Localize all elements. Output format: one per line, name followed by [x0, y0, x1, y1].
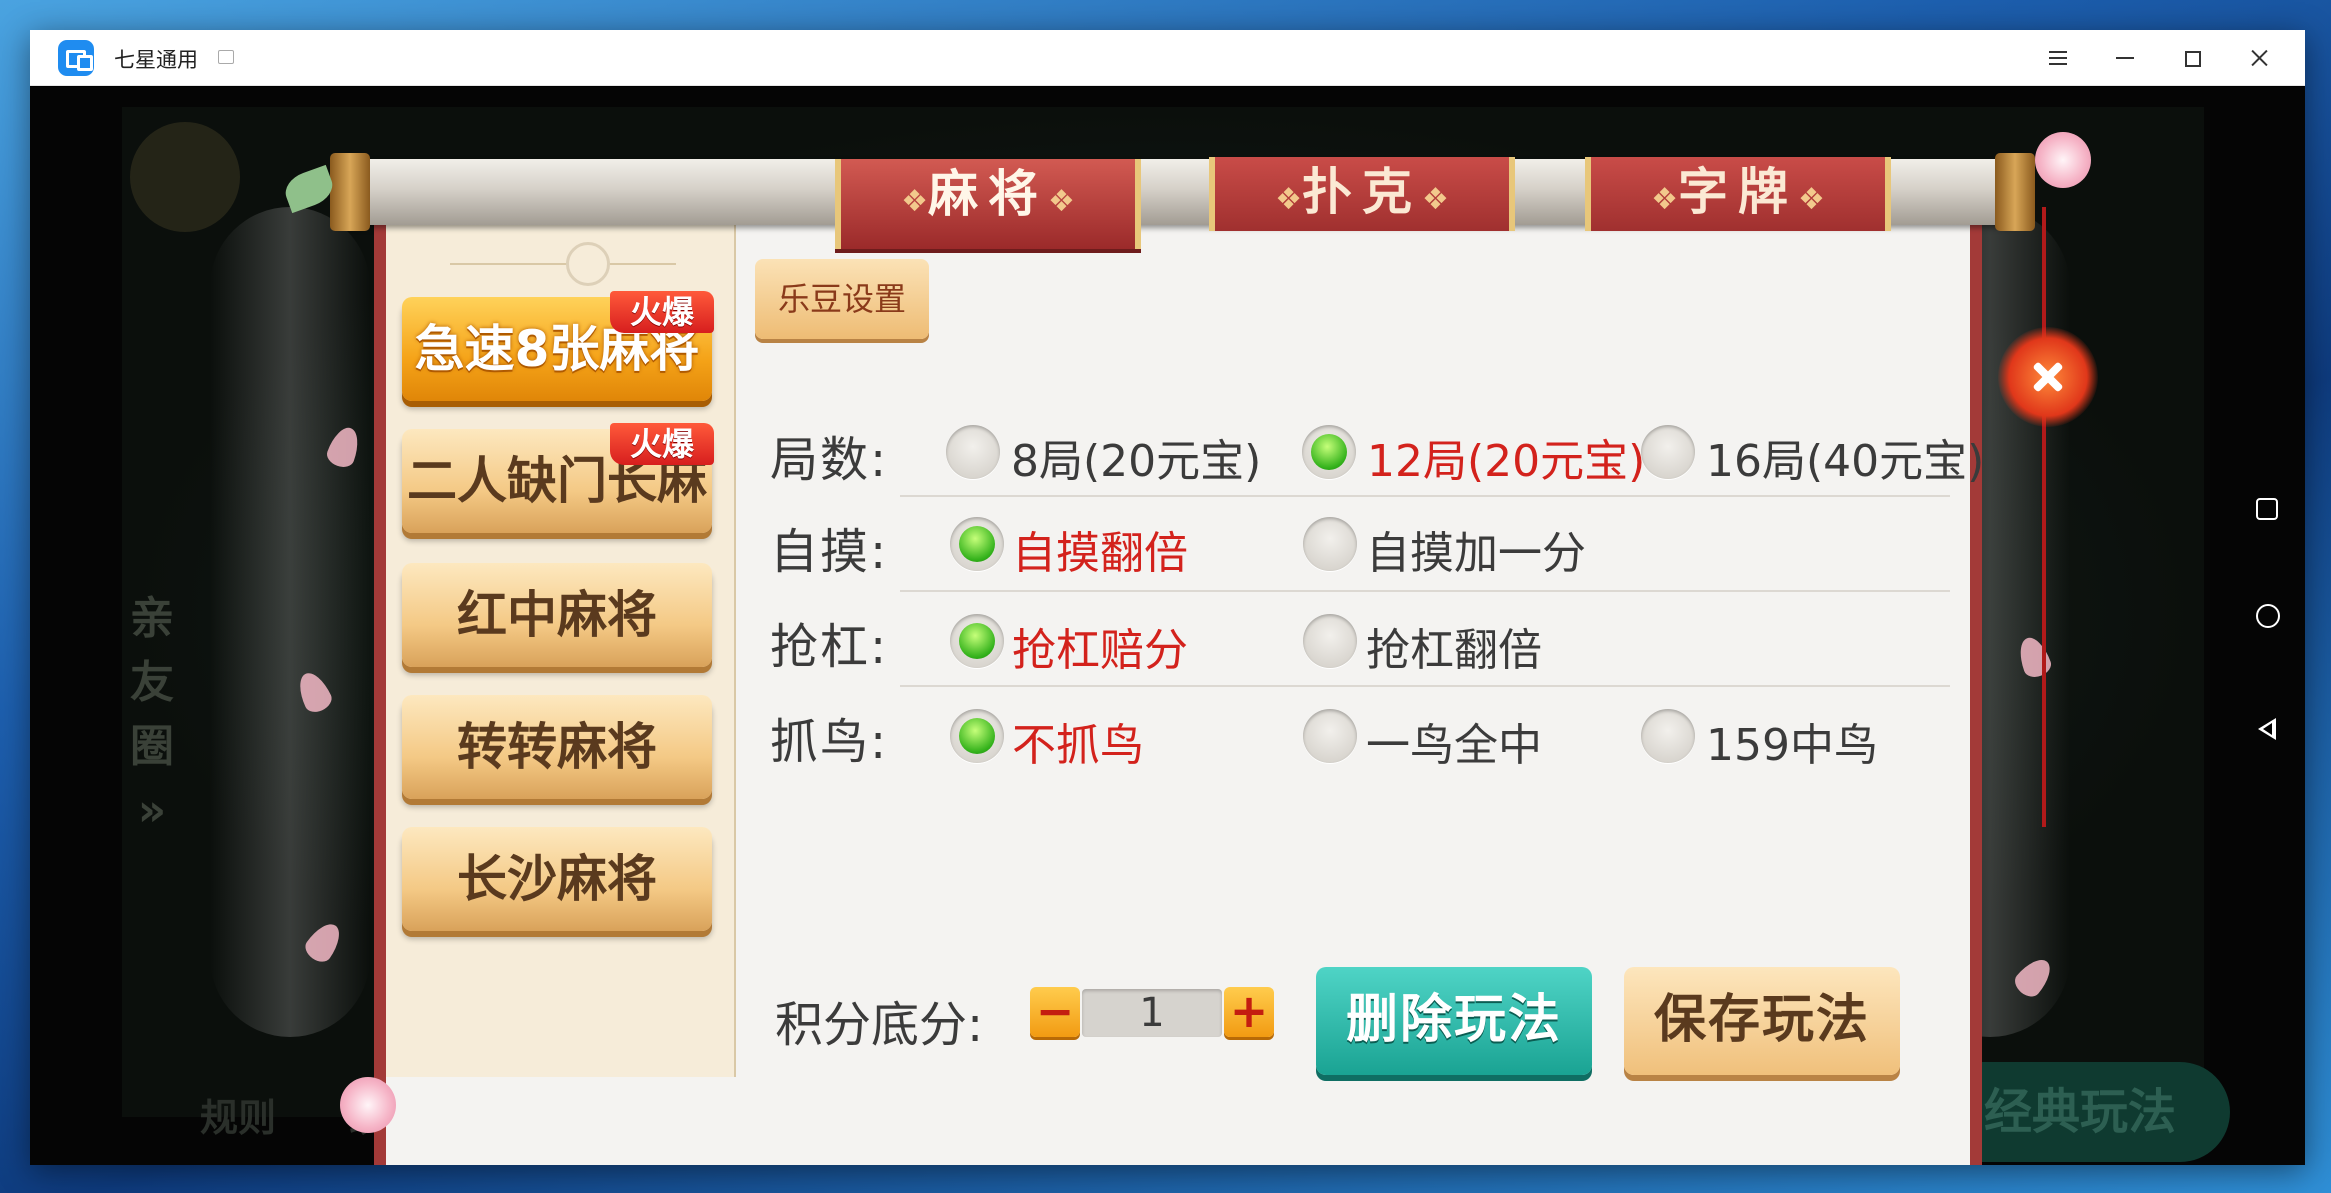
scroll-end-left [330, 153, 370, 231]
zhuaniao-radio-one[interactable] [1303, 709, 1357, 763]
zimo-radio-double[interactable] [950, 517, 1004, 571]
hot-badge: 火爆 [610, 291, 714, 333]
ornament-icon: ❖ [1048, 184, 1075, 219]
qianggang-option-pay[interactable]: 抢杠赔分 [1012, 614, 1188, 678]
rounds-radio-8[interactable] [946, 425, 1000, 479]
rounds-radio-12[interactable] [1302, 425, 1356, 479]
title-bar: 七星通用 [30, 30, 2305, 86]
rounds-label: 局数: [770, 432, 889, 488]
qianggang-option-double[interactable]: 抢杠翻倍 [1366, 614, 1542, 678]
menu-icon[interactable] [2037, 38, 2077, 78]
game-item-zhuanzhuan[interactable]: 转转麻将 [402, 695, 712, 799]
maximize-icon[interactable] [2172, 38, 2212, 78]
zhuaniao-label: 抓鸟: [770, 714, 889, 770]
zhuaniao-radio-none[interactable] [950, 709, 1004, 763]
ornament-icon: ❖ [1798, 182, 1825, 217]
hanging-cord [2042, 207, 2046, 827]
zhuaniao-option-one[interactable]: 一鸟全中 [1366, 709, 1542, 773]
game-viewport: 亲友圈» 规则 统计 皮肤 防沉迷 经典玩法 ❖麻将❖ ❖扑克❖ ❖字牌❖ 急速… [30, 87, 2305, 1165]
close-panel-button[interactable] [1998, 327, 2098, 427]
back-arrow-icon [130, 122, 240, 232]
base-score-plus-button[interactable]: + [1224, 987, 1274, 1037]
ornament-icon: ❖ [901, 184, 928, 219]
row-divider [900, 590, 1950, 592]
base-score-minus-button[interactable]: − [1030, 987, 1080, 1037]
game-item-erren[interactable]: 二人缺门长麻 火爆 [402, 423, 714, 533]
zhuaniao-option-159[interactable]: 159中鸟 [1706, 709, 1878, 773]
tab-poker[interactable]: ❖扑克❖ [1209, 157, 1515, 231]
qianggang-radio-pay[interactable] [950, 614, 1004, 668]
app-window: 七星通用 亲友圈» 规则 统计 皮肤 防沉迷 经典玩法 ❖麻将❖ ❖扑克❖ ❖字… [30, 30, 2305, 1165]
recent-apps-icon[interactable] [2256, 498, 2278, 520]
external-window-icon[interactable] [218, 50, 234, 64]
minimize-icon[interactable] [2104, 38, 2144, 78]
scroll-end-right [1995, 153, 2035, 231]
ledou-settings-button[interactable]: 乐豆设置 [755, 259, 929, 339]
ornament-icon: ❖ [1422, 182, 1449, 217]
back-icon[interactable] [2258, 718, 2276, 740]
tab-zipai[interactable]: ❖字牌❖ [1585, 157, 1891, 231]
rounds-option-8[interactable]: 8局(20元宝) [1011, 425, 1261, 489]
left-veil [210, 207, 370, 1037]
zimo-option-double[interactable]: 自摸翻倍 [1012, 517, 1188, 581]
knot-ornament-icon [566, 242, 610, 286]
base-score-value: 1 [1082, 989, 1222, 1037]
rounds-option-12[interactable]: 12局(20元宝) [1367, 425, 1645, 489]
zhuaniao-option-none[interactable]: 不抓鸟 [1012, 709, 1144, 773]
game-item-jisu8[interactable]: 急速8张麻将 火爆 [402, 291, 714, 401]
hot-badge: 火爆 [610, 423, 714, 465]
zimo-label: 自摸: [770, 524, 889, 580]
window-title: 七星通用 [114, 49, 198, 72]
zhuaniao-radio-159[interactable] [1641, 709, 1695, 763]
base-score-label: 积分底分: [775, 997, 984, 1053]
ornament-icon: ❖ [1275, 182, 1302, 217]
game-item-hongzhong[interactable]: 红中麻将 [402, 563, 712, 667]
game-item-changsha[interactable]: 长沙麻将 [402, 827, 712, 931]
app-icon [58, 40, 94, 76]
row-divider [900, 495, 1950, 497]
rounds-option-16[interactable]: 16局(40元宝) [1706, 425, 1984, 489]
row-divider [900, 685, 1950, 687]
ornament-icon: ❖ [1651, 182, 1678, 217]
tab-mahjong[interactable]: ❖麻将❖ [835, 159, 1141, 249]
delete-rule-button[interactable]: 删除玩法 [1316, 967, 1592, 1075]
save-rule-button[interactable]: 保存玩法 [1624, 967, 1900, 1075]
close-icon[interactable] [2239, 38, 2279, 78]
friends-circle-label: 亲友圈» [130, 593, 174, 836]
home-icon[interactable] [2256, 604, 2280, 628]
divider [450, 263, 676, 265]
rounds-radio-16[interactable] [1641, 425, 1695, 479]
qianggang-radio-double[interactable] [1303, 614, 1357, 668]
zimo-radio-plusone[interactable] [1303, 517, 1357, 571]
flower-icon [340, 1077, 396, 1133]
zimo-option-plusone[interactable]: 自摸加一分 [1366, 517, 1586, 581]
qianggang-label: 抢杠: [770, 619, 889, 675]
flower-icon [2035, 132, 2091, 188]
